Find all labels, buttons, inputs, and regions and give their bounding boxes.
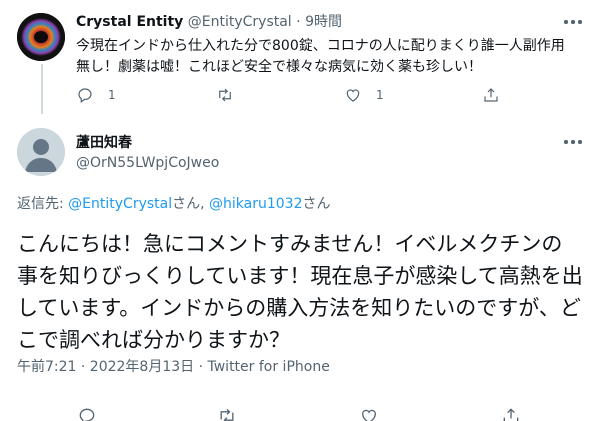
- thread-connector-line: [41, 64, 43, 114]
- like-button[interactable]: [359, 406, 379, 421]
- reply-san-1: さん,: [172, 196, 210, 212]
- reply-user-link-2[interactable]: @hikaru1032: [209, 196, 302, 212]
- retweet-button[interactable]: [217, 406, 237, 421]
- main-handle[interactable]: @OrN55LWpjCoJweo: [76, 153, 219, 173]
- retweet-button[interactable]: [216, 86, 234, 104]
- like-icon: [346, 89, 360, 102]
- reply-button[interactable]: 1: [76, 86, 116, 104]
- more-icon[interactable]: [564, 20, 582, 26]
- reply-button[interactable]: [77, 406, 97, 421]
- like-button[interactable]: 1: [344, 86, 384, 104]
- reply-count: 1: [108, 88, 116, 102]
- parent-tweet-header: Crystal Entity @EntityCrystal · 9時間: [76, 12, 342, 32]
- share-button[interactable]: [482, 86, 500, 104]
- replying-to: 返信先: @EntityCrystalさん, @hikaru1032さん: [17, 194, 331, 214]
- parent-action-bar: 1 1: [76, 86, 516, 108]
- separator-dot: ·: [296, 14, 301, 30]
- like-icon: [362, 409, 376, 421]
- share-icon: [484, 88, 498, 102]
- retweet-icon: [220, 408, 234, 421]
- reply-icon: [78, 88, 92, 103]
- parent-time[interactable]: 9時間: [305, 14, 342, 30]
- like-count: 1: [376, 88, 384, 102]
- tweet-metadata[interactable]: 午前7:21 · 2022年8月13日 · Twitter for iPhone: [17, 357, 330, 377]
- share-button[interactable]: [501, 406, 521, 421]
- main-action-bar: [17, 400, 583, 421]
- more-icon[interactable]: [564, 140, 582, 146]
- retweet-icon: [219, 88, 231, 102]
- reply-san-2: さん: [302, 196, 331, 212]
- share-icon: [503, 408, 519, 421]
- parent-display-name[interactable]: Crystal Entity: [76, 14, 183, 30]
- main-display-name[interactable]: 蘆田知春: [76, 133, 132, 153]
- main-tweet-text: こんにちは！急にコメントすみません！イベルメクチンの事を知りびっくりしています！…: [17, 232, 583, 352]
- default-avatar[interactable]: [17, 128, 65, 176]
- reply-prefix: 返信先:: [17, 196, 69, 212]
- parent-handle[interactable]: @EntityCrystal: [188, 14, 292, 30]
- default-profile-icon: [17, 128, 65, 176]
- parent-tweet-text: 今現在インドから仕入れた分で800錠、コロナの人に配りまくり誰一人副作用無し！劇…: [76, 38, 565, 75]
- reply-icon: [79, 408, 95, 421]
- crystal-entity-avatar[interactable]: [17, 13, 65, 61]
- reply-user-link-1[interactable]: @EntityCrystal: [68, 196, 172, 212]
